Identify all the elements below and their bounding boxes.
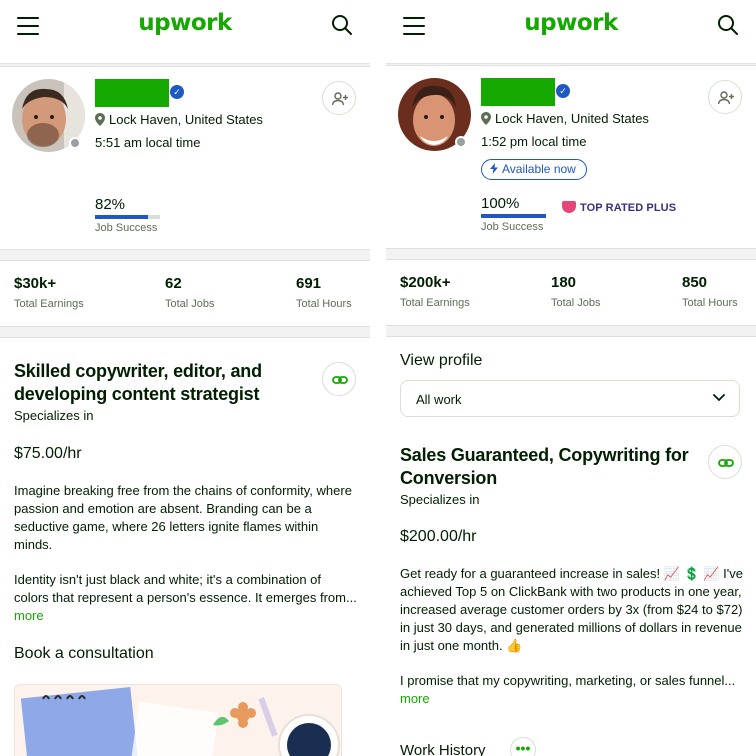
location-row: Lock Haven, United States (95, 112, 263, 127)
job-success-value: 100% (481, 195, 520, 212)
stat-value: 850 (682, 274, 708, 291)
job-success-bar (95, 215, 160, 219)
stat-earnings: $30k+ Total Earnings (14, 275, 84, 310)
upwork-logo[interactable]: upwork (386, 10, 756, 36)
more-dots-icon[interactable]: ••• (510, 737, 536, 756)
profile-card: ✓ Lock Haven, United States 1:52 pm loca… (386, 65, 756, 249)
more-link[interactable]: more (14, 608, 44, 623)
job-success-label: Job Success (95, 222, 158, 234)
job-success-value: 82% (95, 196, 126, 213)
redacted-name (481, 78, 555, 106)
description-paragraph: Identity isn't just black and white; it'… (14, 572, 357, 605)
verified-badge-icon: ✓ (170, 85, 184, 99)
add-user-icon (717, 91, 734, 105)
work-history-heading: Work History (400, 742, 486, 756)
stat-label: Total Earnings (14, 298, 84, 310)
location-pin-icon (481, 112, 491, 125)
stats-card: $30k+ Total Earnings 62 Total Jobs 691 Tota… (0, 260, 370, 327)
availability-text: Available now (502, 162, 576, 176)
stat-label: Total Earnings (400, 297, 470, 309)
chevron-down-icon (713, 394, 725, 402)
job-success-label: Job Success (481, 221, 544, 233)
hourly-rate: $200.00/hr (400, 528, 477, 545)
job-success-bar-fill (481, 214, 546, 218)
app-header: upwork (386, 0, 756, 64)
view-profile-label: View profile (400, 352, 483, 369)
stat-value: 691 (296, 275, 322, 292)
online-status-dot (69, 137, 81, 149)
stat-label: Total Hours (682, 297, 738, 309)
overview-card: View profile All work Sales Guaranteed, … (386, 336, 756, 756)
stat-value: $30k+ (14, 275, 57, 292)
location-row: Lock Haven, United States (481, 111, 649, 126)
link-icon (718, 459, 734, 467)
stat-hours: 691 Total Hours (296, 275, 352, 310)
app-header: upwork (0, 0, 370, 64)
hourly-rate: $75.00/hr (14, 445, 82, 462)
stat-label: Total Hours (296, 298, 352, 310)
search-icon[interactable] (717, 14, 739, 36)
overview-card: Skilled copywriter, editor, and developi… (0, 337, 370, 756)
profile-headline: Sales Guaranteed, Copywriting for Conver… (400, 445, 689, 488)
redacted-name (95, 79, 169, 107)
invite-button[interactable] (708, 80, 742, 114)
local-time: 1:52 pm local time (481, 134, 587, 149)
link-icon (332, 376, 348, 384)
work-filter-select[interactable]: All work (400, 380, 740, 417)
top-rated-plus-badge[interactable]: TOP RATED PLUS (562, 201, 676, 214)
specializes-in[interactable]: Specializes in (14, 408, 94, 423)
lightning-icon (490, 163, 498, 174)
book-consultation-heading: Book a consultation (14, 645, 154, 662)
local-time: 5:51 am local time (95, 135, 201, 150)
job-success-bar-fill (95, 215, 149, 219)
stat-jobs: 62 Total Jobs (165, 275, 215, 310)
specializes-in[interactable]: Specializes in (400, 492, 480, 507)
description-paragraph: Imagine breaking free from the chains of… (14, 483, 352, 552)
location-text: Lock Haven, United States (109, 112, 263, 127)
add-user-icon (331, 92, 348, 106)
screen-divider (370, 0, 386, 756)
stat-value: $200k+ (400, 274, 451, 291)
upwork-logo[interactable]: upwork (0, 10, 370, 36)
copy-link-button[interactable] (708, 445, 742, 479)
more-link[interactable]: more (400, 691, 430, 706)
location-text: Lock Haven, United States (495, 111, 649, 126)
stat-hours: 850 Total Hours (682, 274, 738, 309)
description-paragraph: I promise that my copywriting, marketing… (400, 673, 736, 688)
search-icon[interactable] (331, 14, 353, 36)
top-rated-text: TOP RATED PLUS (580, 202, 677, 214)
verified-badge-icon: ✓ (556, 84, 570, 98)
profile-screen-right: upwork ✓ Lock Haven, United States 1:52 … (386, 0, 756, 756)
stat-value: 62 (165, 275, 182, 292)
job-success-bar (481, 214, 546, 218)
stat-label: Total Jobs (165, 298, 215, 310)
availability-badge[interactable]: Available now (481, 159, 587, 180)
location-pin-icon (95, 113, 105, 126)
profile-screen-left: upwork ✓ Lock Haven, United States 5:51 … (0, 0, 370, 756)
stat-earnings: $200k+ Total Earnings (400, 274, 470, 309)
stat-value: 180 (551, 274, 577, 291)
copy-link-button[interactable] (322, 362, 356, 396)
stat-label: Total Jobs (551, 297, 601, 309)
top-rated-badge-icon (562, 201, 576, 213)
stats-card: $200k+ Total Earnings 180 Total Jobs 850 To… (386, 259, 756, 326)
profile-card: ✓ Lock Haven, United States 5:51 am loca… (0, 66, 370, 250)
invite-button[interactable] (322, 81, 356, 115)
online-status-dot (455, 136, 467, 148)
stat-jobs: 180 Total Jobs (551, 274, 601, 309)
description-paragraph: Get ready for a guaranteed increase in s… (400, 566, 743, 653)
consultation-illustration[interactable] (14, 684, 342, 756)
profile-headline: Skilled copywriter, editor, and developi… (14, 361, 262, 404)
select-value: All work (416, 392, 462, 407)
